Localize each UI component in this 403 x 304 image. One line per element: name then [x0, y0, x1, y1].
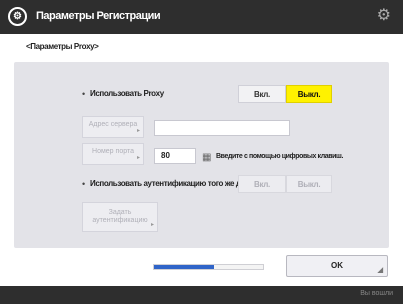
- ok-button-label: OK: [331, 261, 343, 270]
- settings-circle-icon: ⚙: [8, 7, 27, 26]
- set-auth-button-label: Задать аутентификацию: [92, 209, 148, 224]
- progress-fill: [154, 265, 214, 269]
- numeric-keys-hint: Введите с помощью цифровых клавиш.: [216, 153, 344, 160]
- port-number-field[interactable]: 80: [154, 148, 196, 164]
- breadcrumb: <Параметры Proxy>: [26, 42, 99, 51]
- chevron-right-icon: ▸: [150, 222, 154, 228]
- progress-bar: [153, 264, 264, 270]
- set-auth-button[interactable]: Задать аутентификацию ▸: [82, 202, 158, 232]
- bullet-icon: •: [82, 179, 86, 189]
- auth-off-button[interactable]: Выкл.: [286, 175, 332, 193]
- use-proxy-label: Использовать Proxy: [90, 89, 164, 98]
- status-bar: Вы вошли: [0, 286, 403, 304]
- window-title: Параметры Регистрации: [36, 10, 161, 22]
- port-number-button[interactable]: Номер порта ▸: [82, 143, 144, 165]
- bullet-icon: •: [82, 89, 86, 99]
- chevron-right-icon: ▸: [136, 128, 140, 134]
- corner-arrow-icon: ◢: [377, 267, 383, 274]
- server-address-button-label: Адрес сервера: [88, 121, 138, 128]
- use-proxy-off-button[interactable]: Выкл.: [286, 85, 332, 103]
- title-bar: ⚙ Параметры Регистрации ⚙: [0, 0, 403, 34]
- port-number-button-label: Номер порта: [92, 148, 134, 155]
- chevron-right-icon: ▸: [136, 155, 140, 161]
- server-address-field[interactable]: [154, 120, 290, 136]
- use-proxy-on-button[interactable]: Вкл.: [238, 85, 286, 103]
- login-status: Вы вошли: [360, 290, 393, 297]
- gear-icon[interactable]: ⚙: [377, 8, 391, 24]
- auth-on-button[interactable]: Вкл.: [238, 175, 286, 193]
- keypad-icon: ▦: [202, 152, 212, 163]
- ok-button[interactable]: OK ◢: [286, 255, 388, 277]
- server-address-button[interactable]: Адрес сервера ▸: [82, 116, 144, 138]
